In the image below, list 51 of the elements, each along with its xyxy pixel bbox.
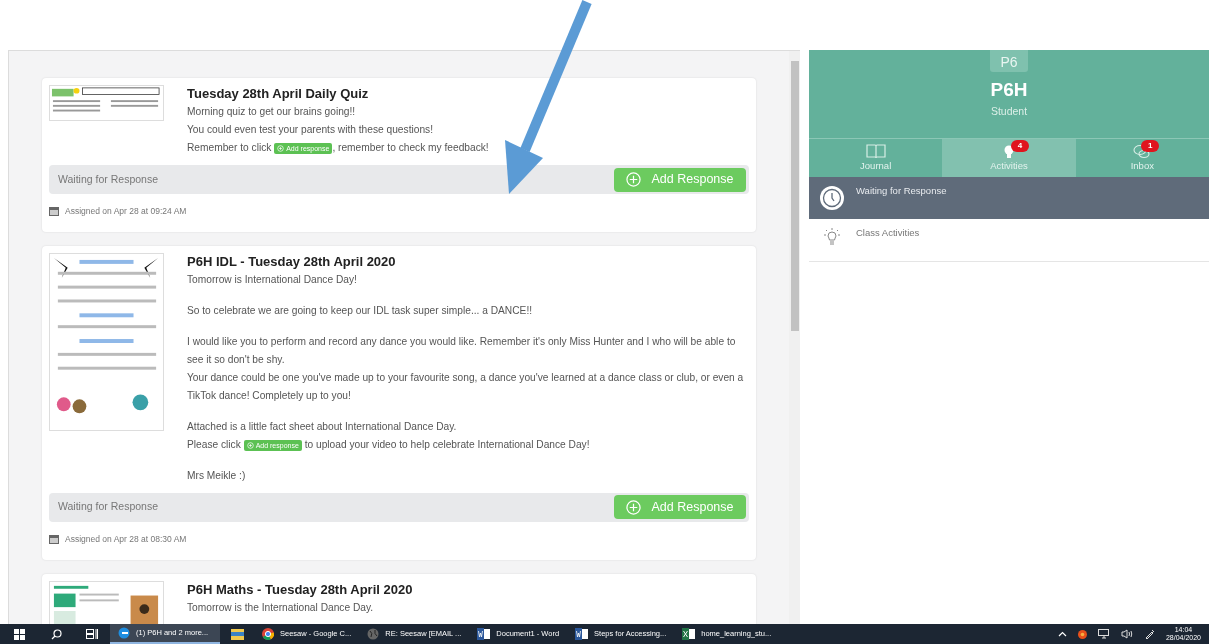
spreadsheet-icon: [682, 628, 696, 640]
lightbulb-icon: [822, 227, 842, 247]
add-icon: [277, 144, 285, 152]
folder-icon: [230, 628, 244, 640]
tab[interactable]: 4 Activities: [942, 139, 1076, 177]
app-tray-icon[interactable]: [1077, 629, 1087, 639]
status-text: Waiting for Response: [58, 499, 158, 515]
globe-icon: [367, 628, 380, 640]
notification-badge: 1: [1141, 140, 1160, 152]
assigned-date: Assigned on Apr 28 at 09:24 AM: [65, 205, 187, 218]
book-icon: [865, 144, 886, 159]
add-icon: [246, 441, 254, 449]
body-text: Tomorrow is the International Dance Day.: [187, 600, 375, 615]
scrollbar-thumb[interactable]: [790, 61, 799, 331]
network-icon[interactable]: [1097, 629, 1110, 639]
body-text: Tomorrow is International Dance Day!: [187, 272, 358, 287]
status-text: Waiting for Response: [58, 171, 158, 187]
body-text: Attached is a little fact sheet about International Dance Day.: [187, 419, 458, 434]
body-text: You could even test your parents with these questions!: [187, 123, 434, 137]
browser-icon: [118, 627, 130, 639]
word-icon: [477, 628, 491, 640]
assigned-date: Assigned on Apr 28 at 08:30 AM: [65, 532, 187, 546]
clock-icon: [819, 185, 845, 211]
add-icon: [626, 499, 642, 515]
role-label: Student: [990, 104, 1028, 119]
class-avatar: P6: [990, 50, 1028, 72]
add-icon: [626, 172, 642, 187]
filter-item[interactable]: Waiting for Response: [809, 177, 1209, 219]
lightbulb-icon: [1003, 144, 1015, 159]
body-text: Mrs Meikle :): [187, 468, 247, 483]
chat-icon: [1133, 144, 1152, 159]
body-text: So to celebrate we are going to keep our IDL task super simple... a DANCE!!: [187, 303, 534, 318]
card-title: P6H Maths - Tuesday 28th April 2020: [187, 580, 414, 599]
notification-badge: 4: [1011, 140, 1029, 152]
volume-icon[interactable]: [1120, 629, 1133, 639]
task-view-icon[interactable]: [86, 629, 98, 639]
body-text: Morning quiz to get our brains going!!: [187, 105, 357, 119]
start-icon[interactable]: [14, 628, 25, 640]
class-name: P6H: [990, 79, 1028, 101]
browser-icon: [262, 628, 274, 640]
calendar-icon: [49, 206, 59, 216]
chevron-up-icon[interactable]: [1057, 631, 1067, 637]
body-text: I would like you to perform and record any dance you would like. Remember it's only Miss Hunter and I who will be able to see it so don't be shy.: [187, 334, 737, 367]
card-title: Tuesday 28th April Daily Quiz: [187, 85, 370, 103]
word-icon: [575, 628, 589, 640]
calendar-icon: [49, 534, 59, 544]
card-title: P6H IDL - Tuesday 28th April 2020: [187, 252, 397, 271]
pen-icon[interactable]: [1143, 628, 1155, 640]
scrollbar[interactable]: [789, 50, 800, 624]
search-icon[interactable]: [51, 628, 62, 640]
body-text: Your dance could be one you've made up to your favourite song, a dance you've learned at a dance class or club, or even a TikTok dance! Completely up to you!: [187, 370, 745, 403]
